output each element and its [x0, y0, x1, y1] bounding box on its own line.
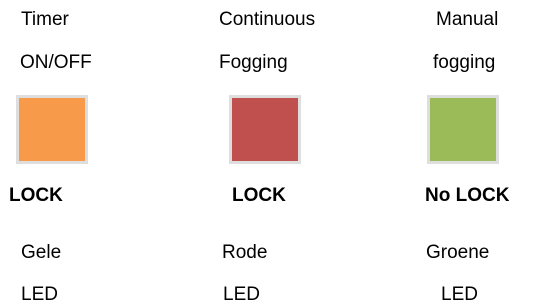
manual-led-suffix: LED — [441, 284, 478, 305]
continuous-lock-status: LOCK — [232, 185, 286, 206]
continuous-led-name: Rode — [222, 242, 268, 263]
manual-label-line1: Manual — [436, 9, 499, 30]
red-led-swatch — [229, 95, 301, 164]
timer-led-name: Gele — [21, 242, 62, 263]
yellow-led-swatch — [16, 95, 88, 164]
manual-led-name: Groene — [426, 242, 490, 263]
continuous-label-line1: Continuous — [219, 9, 316, 30]
timer-led-suffix: LED — [21, 284, 58, 305]
manual-label-line2: fogging — [433, 52, 496, 73]
timer-label-line2: ON/OFF — [20, 52, 92, 73]
timer-lock-status: LOCK — [9, 185, 63, 206]
green-led-swatch — [427, 95, 499, 164]
continuous-label-line2: Fogging — [219, 52, 288, 73]
continuous-led-suffix: LED — [223, 284, 260, 305]
manual-lock-status: No LOCK — [425, 185, 510, 206]
timer-label-line1: Timer — [21, 9, 69, 30]
led-legend: { "items": [ { "label_line1": "Timer", "… — [0, 0, 547, 305]
